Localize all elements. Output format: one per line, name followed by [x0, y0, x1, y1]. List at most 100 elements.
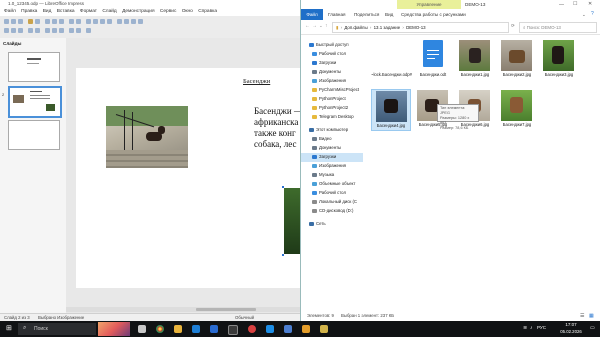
menu-insert[interactable]: Вставка — [57, 9, 75, 14]
slide-image-dog-stairs[interactable] — [106, 106, 188, 168]
file-item-selected[interactable]: Басенджи4.jpg — [371, 89, 411, 131]
address-field[interactable]: ▮ › Доп.файлы › 13.1 задание › DEMO-13 — [332, 22, 509, 33]
curve-icon[interactable] — [138, 19, 143, 24]
up-arrow-icon[interactable]: ↑ — [325, 23, 328, 29]
nav-videos[interactable]: Видео — [312, 136, 332, 141]
slide-thumbnail-3[interactable] — [8, 120, 60, 150]
nav-pc-pictures[interactable]: Изображения — [312, 163, 346, 168]
nav-pc-desktop[interactable]: Рабочий стол — [312, 190, 346, 195]
hand-icon[interactable] — [18, 28, 23, 33]
menu-help[interactable]: Справка — [198, 9, 217, 14]
file-item[interactable]: Басенджи.odt — [413, 38, 453, 90]
menu-slide[interactable]: Слайд — [102, 9, 116, 14]
horizontal-scrollbar[interactable] — [66, 307, 300, 312]
filter-icon[interactable] — [69, 28, 74, 33]
nav-pc-downloads[interactable]: Загрузки — [312, 154, 336, 159]
taskbar-search-box[interactable]: ⌕ Поиск — [18, 323, 96, 335]
task-view-icon[interactable] — [138, 325, 146, 333]
tab-share[interactable]: Поделиться — [354, 9, 379, 20]
select-icon[interactable] — [4, 28, 9, 33]
tab-file[interactable]: Файл — [301, 9, 323, 20]
nav-cd-drive[interactable]: CD-дисковод (D:) — [312, 208, 353, 213]
folder-taskbar-icon[interactable] — [320, 325, 328, 333]
copy-icon[interactable] — [52, 19, 57, 24]
table-icon[interactable] — [86, 19, 91, 24]
nav-pictures[interactable]: Изображения — [312, 78, 346, 83]
breadcrumb-segment-1[interactable]: Доп.файлы — [344, 25, 367, 30]
nav-network[interactable]: Сеть — [309, 221, 326, 226]
line-icon[interactable] — [124, 19, 129, 24]
menu-tools[interactable]: Сервис — [160, 9, 176, 14]
news-widget-icon[interactable] — [98, 322, 130, 336]
slide-text-body[interactable]: Басенджи — африканска также конг собака,… — [254, 106, 304, 150]
nav-pycharm-misc[interactable]: PyCharmMiscProject — [312, 87, 359, 92]
selection-handle[interactable] — [282, 254, 284, 256]
chrome-icon[interactable] — [156, 325, 164, 333]
transparency-icon[interactable] — [86, 28, 91, 33]
arrow-icon[interactable] — [131, 19, 136, 24]
breadcrumb-segment-3[interactable]: DEMO-13 — [406, 25, 426, 30]
manage-context-tab[interactable]: Управление — [397, 0, 461, 9]
menu-edit[interactable]: Правка — [21, 9, 37, 14]
nav-local-disk[interactable]: Локальный диск (C — [312, 199, 357, 204]
windows-start-icon[interactable]: ⊞ — [6, 325, 12, 333]
chevron-down-icon[interactable]: ⌄ — [582, 12, 586, 18]
nav-documents[interactable]: Документы — [312, 69, 341, 74]
open-icon[interactable] — [11, 19, 16, 24]
crop-icon[interactable] — [59, 28, 64, 33]
menu-file[interactable]: Файл — [4, 9, 16, 14]
save-icon[interactable] — [18, 19, 23, 24]
clock-date[interactable]: 05.02.2026 — [556, 329, 586, 334]
nav-downloads[interactable]: Загрузки — [312, 60, 336, 65]
file-item[interactable]: ~lock.Басенджи.odp# — [371, 38, 412, 90]
help-icon[interactable]: ? — [591, 11, 594, 17]
rotate-icon[interactable] — [28, 28, 33, 33]
details-view-icon[interactable]: ☰ — [580, 311, 584, 321]
ms-store-icon[interactable] — [192, 325, 200, 333]
nav-music[interactable]: Музыка — [312, 172, 334, 177]
flip-icon[interactable] — [35, 28, 40, 33]
chart-icon[interactable] — [100, 19, 105, 24]
search-box[interactable]: ⌕ Поиск: DEMO-13 — [519, 22, 597, 33]
volume-icon[interactable]: ♪ — [530, 325, 533, 331]
file-explorer-icon[interactable] — [174, 325, 182, 333]
forward-arrow-icon[interactable]: → — [312, 23, 317, 29]
slide-image-dog-grass[interactable] — [284, 188, 300, 254]
nav-3d-objects[interactable]: Объемные объект — [312, 181, 355, 186]
file-item[interactable]: Басенджи2.jpg — [497, 38, 537, 90]
minimize-icon[interactable]: — — [559, 2, 564, 8]
paste-icon[interactable] — [59, 19, 64, 24]
refresh-icon[interactable]: ⟳ — [511, 23, 515, 29]
large-icons-view-icon[interactable]: ▦ — [589, 311, 594, 321]
tab-view[interactable]: Вид — [385, 9, 393, 20]
image-icon[interactable] — [93, 19, 98, 24]
slide-2[interactable]: Басенджи Басенджи — африканска также кон… — [76, 68, 303, 288]
menu-format[interactable]: Формат — [80, 9, 97, 14]
nav-desktop[interactable]: Рабочий стол — [312, 51, 346, 56]
shadow-icon[interactable] — [76, 28, 81, 33]
file-item[interactable]: Басенджи1.jpg — [455, 38, 495, 90]
tab-picture-tools[interactable]: Средства работы с рисунками — [401, 9, 466, 20]
app-icon[interactable] — [228, 325, 238, 335]
menu-window[interactable]: Окно — [182, 9, 193, 14]
arrange-icon[interactable] — [52, 28, 57, 33]
nav-python-project[interactable]: PythonProject — [312, 96, 346, 101]
slide-thumbnail-1[interactable] — [8, 52, 60, 82]
nav-pc-documents[interactable]: Документы — [312, 145, 341, 150]
maximize-icon[interactable]: ☐ — [573, 1, 577, 7]
telegram-icon[interactable] — [266, 325, 274, 333]
clock-time[interactable]: 17:07 — [556, 322, 586, 327]
nav-python-project2[interactable]: PythonProject2 — [312, 105, 348, 110]
slide-thumbnail-2[interactable] — [8, 86, 62, 118]
file-item[interactable]: Басенджи7.jpg — [497, 89, 537, 131]
nav-quick-access[interactable]: Быстрый доступ — [309, 42, 349, 47]
undo-icon[interactable] — [69, 19, 74, 24]
breadcrumb-segment-2[interactable]: 13.1 задание — [374, 25, 401, 30]
network-tray-icon[interactable]: ≋ — [523, 325, 527, 331]
recent-chevron-icon[interactable]: ⌄ — [319, 23, 323, 29]
redo-icon[interactable] — [76, 19, 81, 24]
close-icon[interactable]: ✕ — [588, 1, 592, 7]
new-icon[interactable] — [4, 19, 9, 24]
tab-home[interactable]: Главная — [328, 9, 345, 20]
word-icon[interactable] — [210, 325, 218, 333]
